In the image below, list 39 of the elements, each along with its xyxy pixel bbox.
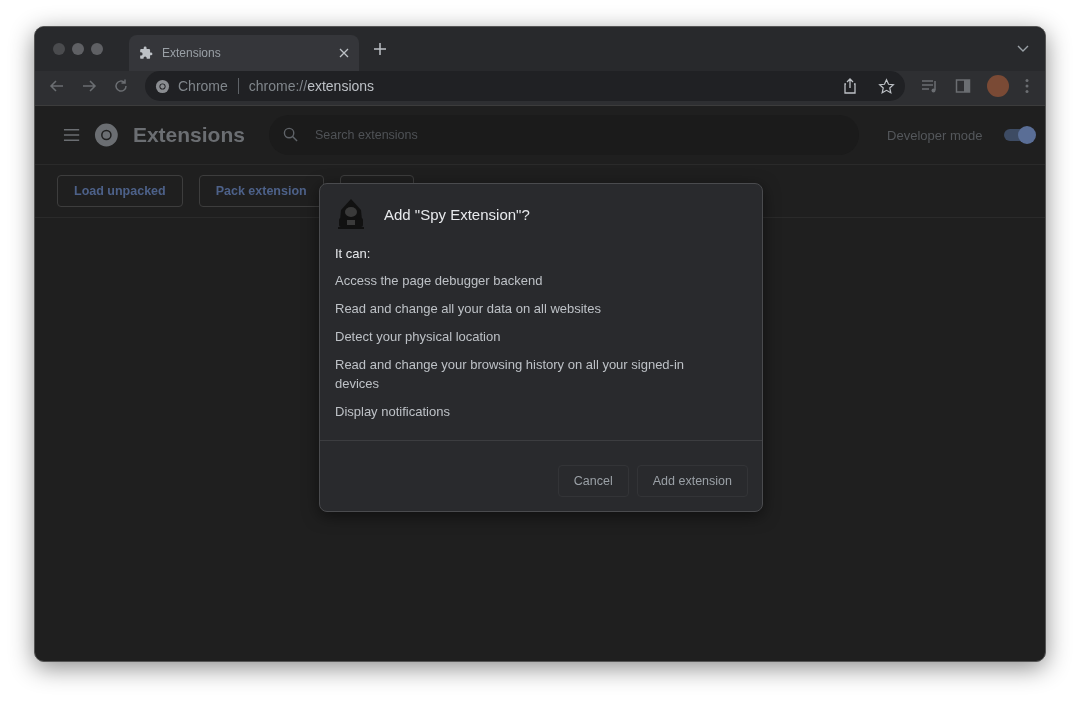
share-icon[interactable] bbox=[842, 78, 858, 94]
chrome-logo-icon bbox=[94, 122, 119, 148]
url-text: chrome://extensions bbox=[248, 78, 375, 94]
permission-text: Display notifications bbox=[335, 403, 451, 421]
address-bar[interactable]: Chrome chrome://extensions bbox=[145, 71, 905, 101]
browser-tab[interactable]: Extensions bbox=[129, 35, 359, 71]
permission-text: Read and change all your data on all websites bbox=[335, 300, 602, 318]
search-icon bbox=[282, 127, 298, 142]
close-icon[interactable] bbox=[339, 48, 349, 58]
chevron-down-icon[interactable] bbox=[1017, 45, 1029, 53]
permission-text: Access the page debugger backend bbox=[335, 272, 544, 290]
chrome-logo-icon bbox=[155, 78, 170, 94]
site-label: Chrome bbox=[178, 78, 228, 94]
menu-icon[interactable] bbox=[1025, 78, 1029, 94]
window-control-icon[interactable] bbox=[72, 43, 84, 55]
hooded-figure-icon bbox=[336, 198, 366, 230]
developer-mode-label: Developer mode bbox=[887, 127, 983, 143]
dialog-title: Add "Spy Extension"? bbox=[384, 205, 530, 223]
permissions-heading: It can: bbox=[335, 246, 372, 261]
star-icon[interactable] bbox=[878, 77, 895, 95]
permission-text: Read and change your browsing history on all your signed-in devices bbox=[335, 356, 686, 393]
search-field[interactable]: Search extensions bbox=[268, 115, 860, 155]
dialog-button[interactable]: Add extension bbox=[636, 465, 748, 497]
forward-arrow-icon[interactable] bbox=[81, 78, 97, 94]
profile-avatar[interactable] bbox=[987, 75, 1009, 97]
media-list-icon[interactable] bbox=[921, 78, 939, 94]
back-arrow-icon[interactable] bbox=[49, 78, 65, 94]
developer-mode-toggle[interactable] bbox=[1004, 129, 1033, 141]
window-control-icon[interactable] bbox=[53, 43, 65, 55]
dialog-button[interactable]: Cancel bbox=[557, 465, 629, 497]
reload-icon[interactable] bbox=[113, 78, 129, 94]
permission-text: Detect your physical location bbox=[335, 328, 502, 346]
window-control-icon[interactable] bbox=[91, 43, 103, 55]
puzzle-icon bbox=[139, 46, 153, 60]
new-tab-icon[interactable] bbox=[373, 42, 387, 56]
page-title: Extensions bbox=[132, 123, 245, 147]
tab-title: Extensions bbox=[162, 46, 222, 60]
menu-icon[interactable] bbox=[63, 128, 81, 142]
side-panel-icon[interactable] bbox=[955, 78, 971, 94]
